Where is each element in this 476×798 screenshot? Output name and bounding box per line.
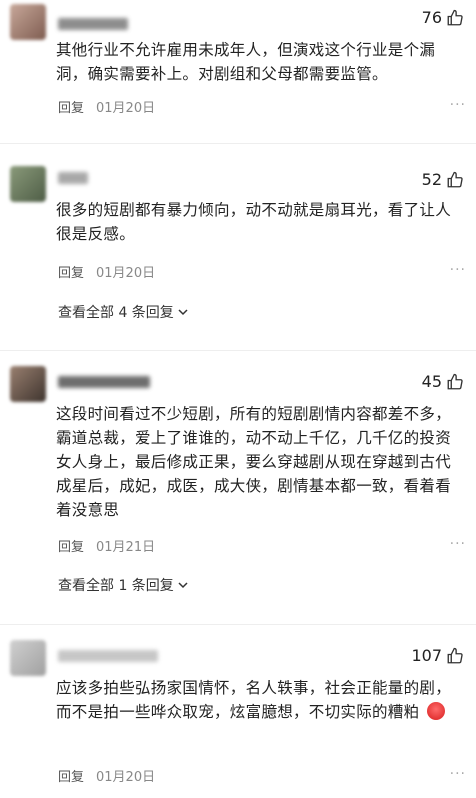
more-dots-icon[interactable]: ··· bbox=[450, 262, 466, 278]
comment-meta: 回复 01月20日 bbox=[58, 766, 155, 785]
avatar[interactable] bbox=[10, 4, 46, 40]
more-dots-icon[interactable]: ··· bbox=[450, 97, 466, 113]
username-blurred[interactable] bbox=[58, 376, 150, 388]
comment-item: 52 很多的短剧都有暴力倾向，动不动就是扇耳光，看了让人很是反感。 回复 01月… bbox=[0, 160, 476, 335]
reply-button[interactable]: 回复 bbox=[58, 536, 84, 555]
like-count: 76 bbox=[421, 8, 442, 27]
comment-meta: 回复 01月20日 bbox=[58, 262, 155, 281]
thumbs-up-icon bbox=[447, 9, 463, 25]
divider bbox=[0, 350, 476, 351]
comment-meta: 回复 01月21日 bbox=[58, 536, 155, 555]
chevron-down-icon bbox=[178, 582, 188, 589]
comment-meta: 回复 01月20日 bbox=[58, 97, 155, 116]
expand-replies-label: 查看全部 1 条回复 bbox=[58, 578, 174, 594]
comment-date: 01月20日 bbox=[96, 770, 156, 785]
comment-item: 76 其他行业不允许雇用未成年人，但演戏这个行业是个漏洞，确实需要补上。对剧组和… bbox=[0, 0, 476, 128]
like-button[interactable]: 107 bbox=[411, 646, 464, 665]
reply-button[interactable]: 回复 bbox=[58, 766, 84, 785]
thumbs-up-icon bbox=[447, 171, 463, 187]
avatar[interactable] bbox=[10, 366, 46, 402]
divider bbox=[0, 143, 476, 144]
avatar[interactable] bbox=[10, 166, 46, 202]
more-dots-icon[interactable]: ··· bbox=[450, 536, 466, 552]
more-dots-icon[interactable]: ··· bbox=[450, 766, 466, 782]
comment-item: 45 这段时间看过不少短剧，所有的短剧剧情内容都差不多，霸道总裁，爱上了谁谁的，… bbox=[0, 360, 476, 610]
like-button[interactable]: 45 bbox=[422, 372, 464, 391]
expand-replies-button[interactable]: 查看全部 4 条回复 bbox=[58, 302, 189, 322]
reply-button[interactable]: 回复 bbox=[58, 97, 84, 116]
divider bbox=[0, 624, 476, 625]
comment-text: 应该多拍些弘扬家国情怀，名人轶事，社会正能量的剧，而不是拍一些哗众取宠，炫富臆想… bbox=[56, 676, 456, 724]
comment-text: 这段时间看过不少短剧，所有的短剧剧情内容都差不多，霸道总裁，爱上了谁谁的，动不动… bbox=[56, 405, 452, 519]
expand-replies-button[interactable]: 查看全部 1 条回复 bbox=[58, 575, 189, 595]
thumbs-up-icon bbox=[447, 373, 463, 389]
angry-face-emoji-icon bbox=[426, 702, 445, 720]
comment-date: 01月20日 bbox=[96, 266, 156, 281]
expand-replies-label: 查看全部 4 条回复 bbox=[58, 305, 174, 321]
username-blurred[interactable] bbox=[58, 18, 128, 30]
comment-text: 很多的短剧都有暴力倾向，动不动就是扇耳光，看了让人很是反感。 bbox=[56, 201, 452, 243]
thumbs-up-icon bbox=[447, 647, 463, 663]
avatar[interactable] bbox=[10, 640, 46, 676]
comment-date: 01月20日 bbox=[96, 101, 156, 116]
username-blurred[interactable] bbox=[58, 650, 158, 662]
like-count: 107 bbox=[411, 646, 442, 665]
comment-item: 107 应该多拍些弘扬家国情怀，名人轶事，社会正能量的剧，而不是拍一些哗众取宠，… bbox=[0, 636, 476, 798]
like-count: 52 bbox=[421, 170, 442, 189]
comment-text-content: 应该多拍些弘扬家国情怀，名人轶事，社会正能量的剧，而不是拍一些哗众取宠，炫富臆想… bbox=[56, 679, 452, 721]
chevron-down-icon bbox=[178, 309, 188, 316]
like-button[interactable]: 76 bbox=[422, 8, 464, 27]
comment-text: 其他行业不允许雇用未成年人，但演戏这个行业是个漏洞，确实需要补上。对剧组和父母都… bbox=[56, 41, 436, 83]
reply-button[interactable]: 回复 bbox=[58, 262, 84, 281]
like-count: 45 bbox=[421, 372, 442, 391]
username-blurred[interactable] bbox=[58, 172, 88, 184]
comment-date: 01月21日 bbox=[96, 540, 156, 555]
like-button[interactable]: 52 bbox=[422, 170, 464, 189]
